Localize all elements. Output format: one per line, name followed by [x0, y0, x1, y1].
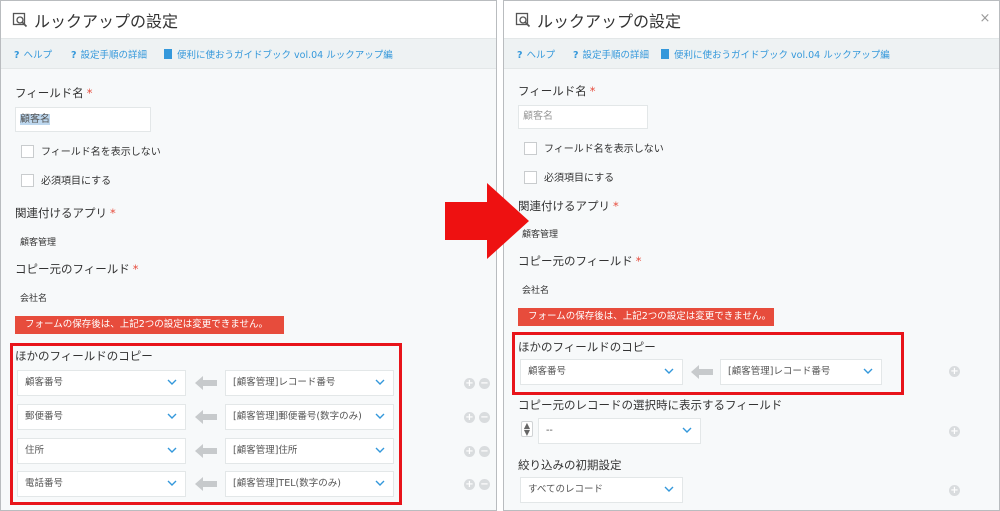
filter-dropdown[interactable]: すべてのレコード	[520, 477, 683, 503]
close-icon[interactable]: ×	[975, 9, 995, 29]
help-links-bar: ? ヘルプ ? 設定手順の詳細 便利に使おうガイドブック vol.04 ルックアップ…	[504, 39, 999, 69]
add-row-button[interactable]: +	[949, 366, 960, 377]
add-display-field-button[interactable]: +	[949, 426, 960, 437]
field-name-input[interactable]: 顧客名	[518, 105, 648, 129]
lookup-icon	[12, 12, 28, 28]
document-icon	[661, 49, 669, 59]
copy-source-value: 会社名	[522, 286, 550, 296]
add-row-button[interactable]: +	[464, 479, 475, 490]
add-row-button[interactable]: +	[464, 446, 475, 457]
required-checkbox[interactable]: 必須項目にする	[524, 169, 614, 184]
help-link[interactable]: ? ヘルプ	[517, 47, 555, 61]
remove-row-button[interactable]: −	[479, 378, 490, 389]
related-app-value: 顧客管理	[20, 238, 57, 248]
question-icon: ?	[517, 50, 523, 61]
remove-row-button[interactable]: −	[479, 412, 490, 423]
copy-source-value: 会社名	[20, 294, 48, 304]
help-link[interactable]: ? ヘルプ	[14, 47, 52, 61]
warning-banner: フォームの保存後は、上記2つの設定は変更できません。	[518, 308, 774, 326]
big-right-arrow-icon	[445, 183, 529, 259]
remove-row-button[interactable]: −	[479, 446, 490, 457]
guidebook-link[interactable]: 便利に使おうガイドブック vol.04 ルックアップ編	[164, 47, 393, 61]
checkbox-box[interactable]	[21, 174, 34, 187]
highlight-box	[512, 332, 904, 395]
question-icon: ?	[71, 50, 77, 61]
lookup-icon	[515, 12, 531, 28]
question-icon: ?	[573, 50, 579, 61]
highlight-box	[10, 343, 402, 505]
steps-link[interactable]: ? 設定手順の詳細	[71, 47, 147, 61]
hide-label-checkbox[interactable]: フィールド名を表示しない	[21, 143, 161, 158]
document-icon	[164, 49, 172, 59]
question-icon: ?	[14, 50, 20, 61]
help-links-bar: ? ヘルプ ? 設定手順の詳細 便利に使おうガイドブック vol.04 ルックアップ…	[1, 39, 496, 69]
dialog-header: ルックアップの設定	[1, 1, 496, 39]
remove-row-button[interactable]: −	[479, 479, 490, 490]
warning-banner: フォームの保存後は、上記2つの設定は変更できません。	[15, 316, 284, 334]
field-name-input[interactable]: 顧客名	[15, 107, 151, 132]
chevron-down-icon	[664, 486, 674, 492]
required-checkbox[interactable]: 必須項目にする	[21, 172, 111, 187]
lookup-settings-panel-before: ルックアップの設定 ? ヘルプ ? 設定手順の詳細 便利に使おうガイドブック vol…	[0, 0, 497, 511]
add-row-button[interactable]: +	[464, 412, 475, 423]
add-filter-button[interactable]: +	[949, 485, 960, 496]
steps-link[interactable]: ? 設定手順の詳細	[573, 47, 649, 61]
reorder-stepper-icon[interactable]: ▲ ▼	[521, 421, 533, 437]
hide-label-checkbox[interactable]: フィールド名を表示しない	[524, 140, 664, 155]
field-name-label: フィールド名 *	[518, 84, 596, 98]
display-fields-label: コピー元のレコードの選択時に表示するフィールド	[518, 398, 783, 412]
dialog-title: ルックアップの設定	[537, 12, 682, 31]
lookup-settings-panel-after: ルックアップの設定 × ? ヘルプ ? 設定手順の詳細 便利に使おうガイドブック v…	[503, 0, 1000, 511]
checkbox-box[interactable]	[524, 142, 537, 155]
dialog-title: ルックアップの設定	[34, 12, 179, 31]
related-app-label: 関連付けるアプリ *	[518, 199, 619, 213]
dialog-header: ルックアップの設定 ×	[504, 1, 999, 39]
copy-source-label: コピー元のフィールド *	[518, 254, 642, 268]
display-field-dropdown[interactable]: --	[538, 418, 701, 444]
checkbox-box[interactable]	[21, 145, 34, 158]
add-row-button[interactable]: +	[464, 378, 475, 389]
copy-source-label: コピー元のフィールド *	[15, 262, 139, 276]
filter-label: 絞り込みの初期設定	[518, 458, 622, 472]
related-app-label: 関連付けるアプリ *	[15, 206, 116, 220]
chevron-down-icon	[682, 427, 692, 433]
guidebook-link[interactable]: 便利に使おうガイドブック vol.04 ルックアップ編	[661, 47, 890, 61]
field-name-label: フィールド名 *	[15, 86, 93, 100]
